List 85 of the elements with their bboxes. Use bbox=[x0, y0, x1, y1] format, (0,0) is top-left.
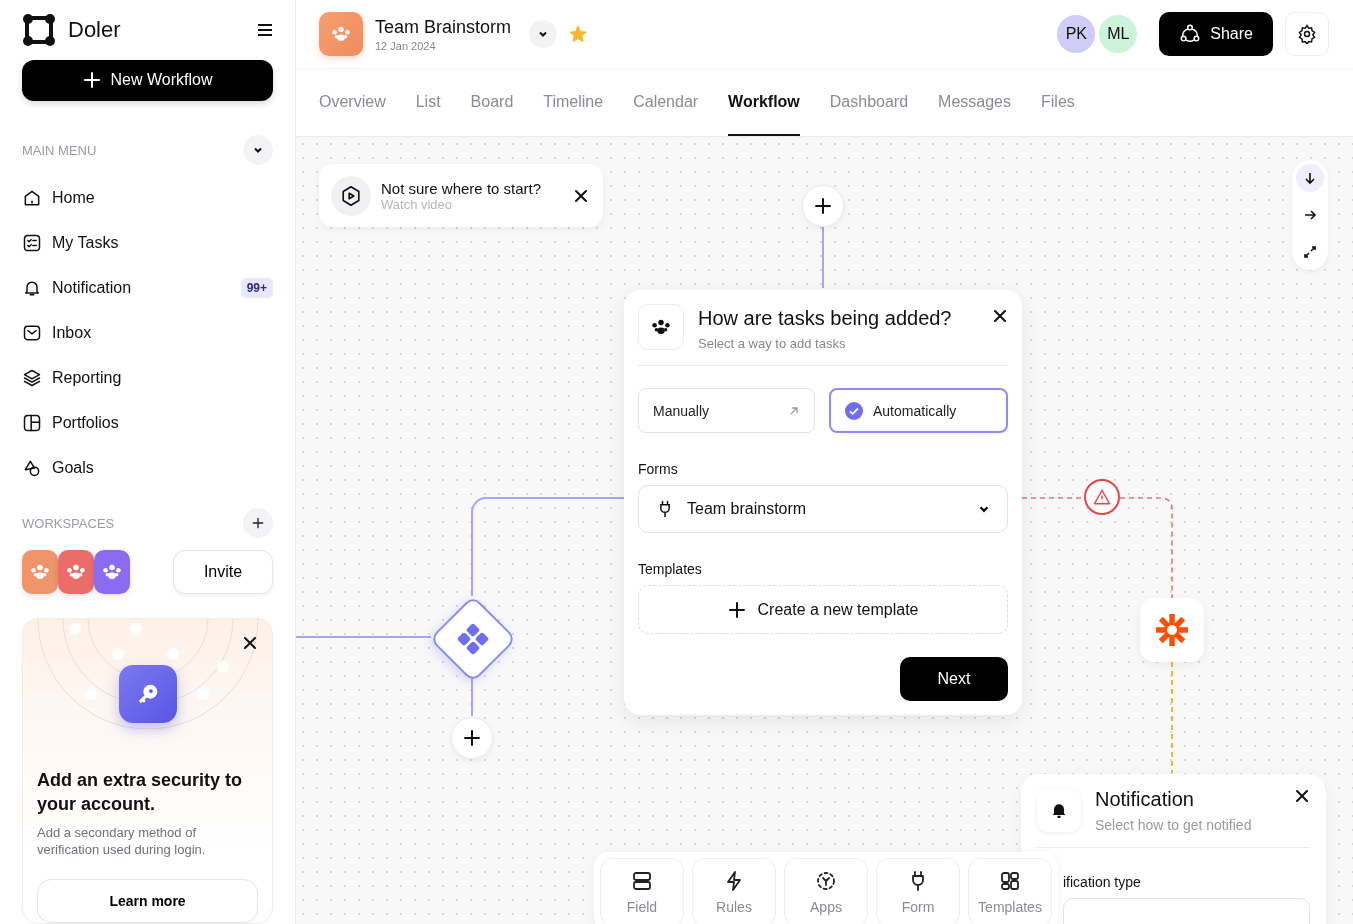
menu-icon[interactable] bbox=[257, 22, 273, 37]
hint-title: Not sure where to start? bbox=[381, 179, 543, 197]
nav-tab[interactable]: Calendar bbox=[633, 69, 699, 136]
option-button[interactable]: Automatically bbox=[829, 388, 1008, 433]
asterisk-node[interactable] bbox=[1140, 598, 1204, 662]
plus-icon bbox=[814, 197, 832, 215]
user-avatar[interactable]: PK bbox=[1055, 13, 1098, 55]
templates-icon bbox=[998, 869, 1022, 893]
down-arrow-button[interactable] bbox=[1296, 164, 1324, 193]
count-badge: 99+ bbox=[240, 277, 273, 298]
nav-tab[interactable]: Dashboard bbox=[829, 69, 909, 136]
forms-select[interactable]: Team brainstorm bbox=[638, 485, 1008, 533]
arrow-up-right-icon bbox=[788, 404, 800, 417]
settings-button[interactable] bbox=[1285, 12, 1329, 56]
project-title: Team Brainstorm bbox=[375, 16, 512, 38]
arrow-down-icon bbox=[1303, 171, 1317, 186]
star-icon[interactable] bbox=[569, 25, 588, 43]
dialog-title: How are tasks being added? bbox=[698, 307, 952, 330]
learn-more-button[interactable]: Learn more bbox=[37, 879, 258, 923]
network-icon bbox=[1179, 23, 1202, 45]
tool-button[interactable]: Apps bbox=[784, 858, 868, 924]
card-title: Add an extra security to your account. bbox=[37, 769, 244, 816]
four-diamonds-icon bbox=[457, 623, 489, 655]
add-step-button[interactable] bbox=[451, 717, 493, 759]
check-circle-icon bbox=[845, 401, 863, 420]
close-icon[interactable] bbox=[992, 308, 1008, 324]
checklist-icon bbox=[22, 232, 42, 253]
add-workspace-button[interactable] bbox=[243, 508, 273, 539]
section-label: WORKSPACES bbox=[22, 515, 115, 531]
menu-item[interactable]: Portfolios bbox=[22, 400, 273, 446]
new-workflow-button[interactable]: New Workflow bbox=[22, 59, 273, 102]
tool-button[interactable]: Templates bbox=[968, 858, 1052, 924]
project-date: 12 Jan 2024 bbox=[375, 39, 437, 52]
warning-icon bbox=[1084, 479, 1120, 515]
workspace-tile[interactable] bbox=[94, 550, 130, 595]
nav-tab[interactable]: Overview bbox=[319, 69, 386, 136]
invite-button[interactable]: Invite bbox=[173, 550, 273, 595]
section-label: MAIN MENU bbox=[22, 142, 97, 158]
key-icon bbox=[118, 665, 177, 724]
nav-tab[interactable]: Messages bbox=[938, 69, 1011, 136]
card-text: Add a secondary method of verification used during login. bbox=[37, 823, 207, 859]
workspace-tile[interactable] bbox=[22, 550, 58, 595]
plus-icon bbox=[727, 600, 746, 619]
create-template-button[interactable]: Create a new template bbox=[638, 585, 1008, 634]
plus-icon bbox=[252, 517, 264, 530]
grid-icon bbox=[22, 412, 42, 433]
close-icon[interactable] bbox=[573, 187, 589, 204]
add-step-button[interactable] bbox=[802, 185, 844, 227]
dialog-subtitle: Select a way to add tasks bbox=[698, 336, 847, 351]
menu-item[interactable]: Home bbox=[22, 175, 273, 221]
nav-tab[interactable]: Board bbox=[470, 69, 514, 136]
stacked-rows-icon bbox=[630, 869, 654, 893]
menu-item[interactable]: Goals bbox=[22, 445, 273, 491]
dashed-circle-icon bbox=[814, 869, 838, 893]
workspace-tile[interactable] bbox=[58, 550, 94, 595]
panel-subtitle: Select how to get notified bbox=[1095, 817, 1253, 833]
layers-icon bbox=[22, 367, 42, 388]
brand-name: Doler bbox=[68, 16, 122, 43]
logo-icon bbox=[22, 12, 56, 47]
dropdown-button[interactable] bbox=[529, 20, 558, 48]
plus-icon bbox=[463, 729, 481, 747]
menu-item[interactable]: My Tasks bbox=[22, 220, 273, 266]
menu-item[interactable]: Notification 99+ bbox=[22, 265, 273, 311]
field-label: ification type bbox=[1062, 874, 1142, 890]
menu-item[interactable]: Reporting bbox=[22, 355, 273, 401]
panel-title: Notification bbox=[1095, 788, 1195, 811]
field-label: Templates bbox=[638, 561, 703, 577]
settings-icon bbox=[1297, 24, 1317, 44]
collapse-button[interactable] bbox=[243, 135, 273, 166]
arrow-right-icon bbox=[1303, 208, 1317, 222]
connector-line bbox=[471, 677, 473, 717]
nav-tab[interactable]: List bbox=[415, 69, 441, 136]
play-icon[interactable] bbox=[331, 175, 371, 216]
user-avatar[interactable]: ML bbox=[1097, 13, 1140, 55]
next-button[interactable]: Next bbox=[900, 657, 1008, 701]
share-button[interactable]: Share bbox=[1159, 12, 1273, 56]
menu-item[interactable]: Inbox bbox=[22, 310, 273, 356]
expand-icon bbox=[1303, 244, 1317, 259]
close-icon[interactable] bbox=[242, 635, 258, 652]
connector-line bbox=[822, 226, 824, 289]
plus-icon bbox=[82, 71, 101, 90]
field-label: Forms bbox=[638, 461, 679, 477]
close-icon[interactable] bbox=[1294, 788, 1310, 804]
bell-icon bbox=[1037, 788, 1081, 832]
option-button[interactable]: Manually bbox=[638, 388, 815, 433]
